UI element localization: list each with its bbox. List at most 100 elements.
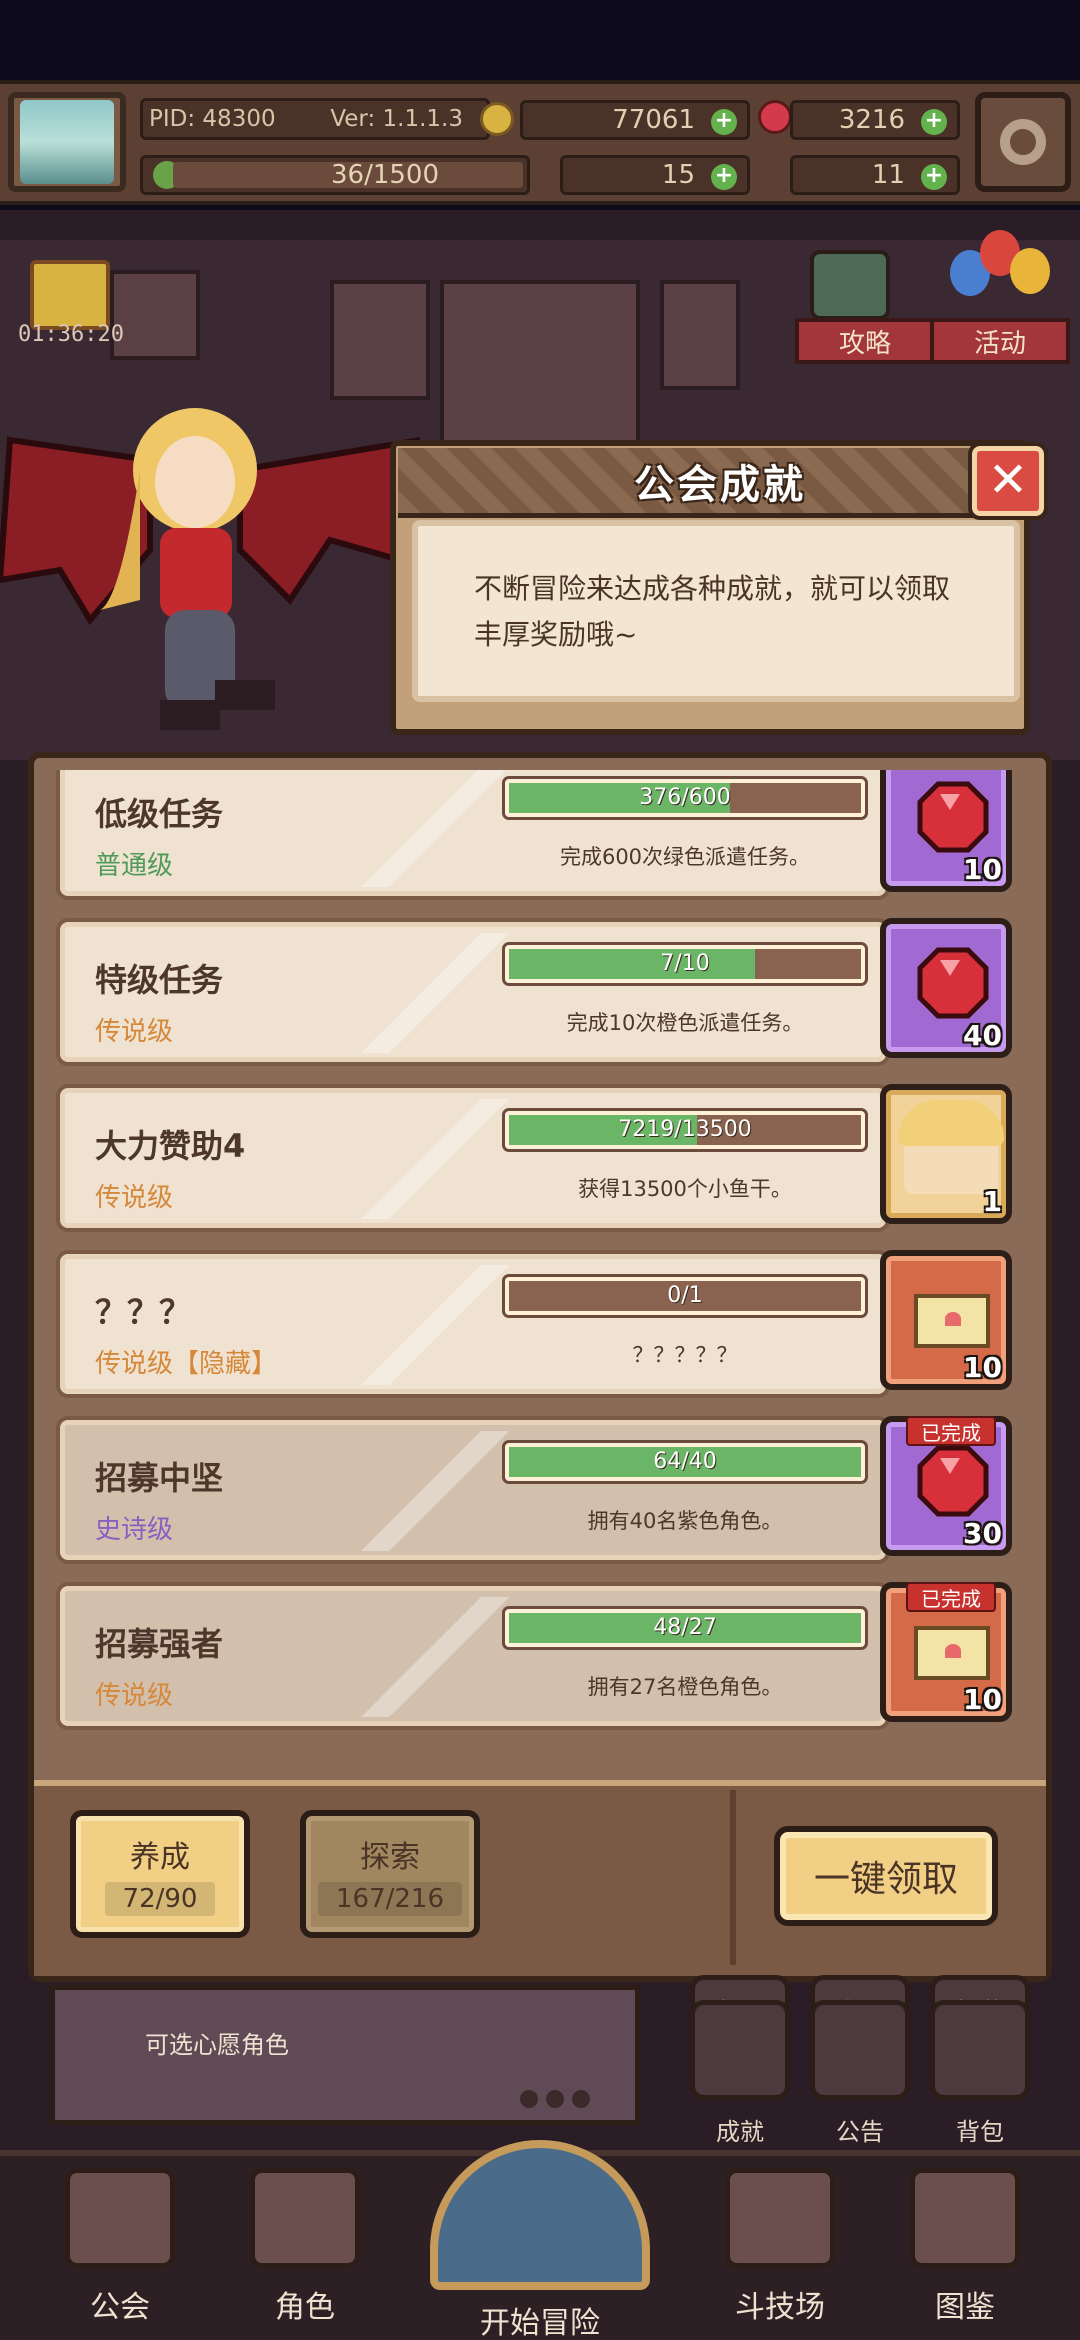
wall-door xyxy=(440,280,640,450)
achievement-tier: 史诗级 xyxy=(95,1515,174,1545)
completed-badge: 已完成 xyxy=(906,1582,996,1612)
progress-text: 376/600 xyxy=(639,785,731,810)
claim-all-button[interactable]: 一键领取 xyxy=(774,1826,998,1926)
reward-count: 40 xyxy=(963,1019,1002,1052)
ticket-counter[interactable]: 11 + xyxy=(790,155,960,195)
achievement-card: 低级任务 普通级 376/600 完成600次绿色派遣任务。 xyxy=(60,770,886,896)
reward-slot[interactable]: 已完成 30 xyxy=(880,1416,1012,1556)
gift-icon[interactable] xyxy=(30,260,110,330)
completed-badge: 已完成 xyxy=(906,1416,996,1446)
guide-icon[interactable] xyxy=(810,250,890,320)
reward-slot[interactable]: 已完成 10 xyxy=(880,1582,1012,1722)
ruby-icon xyxy=(916,780,990,854)
magnifier-icon xyxy=(430,2140,650,2290)
achievement-description: 获得13500个小鱼干。 xyxy=(578,1177,792,1201)
achievement-name: 大力赞助4 xyxy=(95,1127,246,1165)
achievement-button[interactable] xyxy=(690,2000,790,2100)
gold-value: 77061 xyxy=(612,105,695,135)
avatar[interactable] xyxy=(20,100,114,184)
reward-slot[interactable]: 1 xyxy=(880,1084,1012,1224)
reward-slot[interactable]: 10 xyxy=(880,1250,1012,1390)
add-clover-icon[interactable]: + xyxy=(711,164,737,190)
nav-codex-label: 图鉴 xyxy=(935,2290,995,2325)
book-icon xyxy=(910,2168,1020,2268)
version-text: Ver: 1.1.1.3 xyxy=(330,106,463,132)
reward-slot[interactable]: 10 xyxy=(880,770,1012,892)
chevron-decoration xyxy=(355,933,515,1053)
nav-start-adventure[interactable]: 开始冒险 xyxy=(420,2140,660,2340)
achievement-card: 招募中坚 史诗级 64/40 拥有40名紫色角色。 xyxy=(60,1420,886,1560)
progress-text: 7219/13500 xyxy=(618,1117,752,1142)
achievement-description: 拥有27名橙色角色。 xyxy=(587,1675,783,1699)
clover-counter[interactable]: 15 + xyxy=(560,155,750,195)
achievement-description: 完成10次橙色派遣任务。 xyxy=(566,1011,804,1035)
achievement-description: ？？？？？ xyxy=(632,1343,738,1367)
reward-count: 10 xyxy=(963,1683,1002,1716)
footer-divider xyxy=(730,1790,736,1965)
reward-slot[interactable]: 40 xyxy=(880,918,1012,1058)
tab-explore-count: 167/216 xyxy=(317,1882,462,1916)
achievement-row: 特级任务 传说级 7/10 完成10次橙色派遣任务。 40 xyxy=(56,916,1024,1064)
close-icon: ✕ xyxy=(987,452,1029,508)
banner-pagination xyxy=(520,2090,598,2112)
succubus-character xyxy=(0,400,424,750)
gold-coin-icon xyxy=(480,102,514,136)
stamina-bar: 36/1500 xyxy=(140,155,530,195)
achievement-row: ？？？ 传说级【隐藏】 0/1 ？？？？？ 10 xyxy=(56,1248,1024,1396)
add-ticket-icon[interactable]: + xyxy=(921,164,947,190)
ticket-value: 11 xyxy=(871,160,905,190)
gold-counter[interactable]: 77061 + xyxy=(520,100,750,140)
nav-codex[interactable]: 图鉴 xyxy=(875,2160,1055,2330)
achievement-name: 特级任务 xyxy=(95,961,224,999)
notice-button[interactable] xyxy=(810,2000,910,2100)
nav-arena[interactable]: 斗技场 xyxy=(690,2160,870,2330)
achievement-tier: 传说级【隐藏】 xyxy=(95,1349,278,1379)
character-icon xyxy=(250,2168,360,2268)
tab-training[interactable]: 养成 72/90 xyxy=(70,1810,250,1938)
character-sprite xyxy=(0,408,424,730)
nav-guild[interactable]: 公会 xyxy=(30,2160,210,2330)
tab-training-count: 72/90 xyxy=(104,1882,216,1916)
nav-arena-label: 斗技场 xyxy=(735,2290,825,2325)
chevron-decoration xyxy=(355,1597,515,1717)
chevron-decoration xyxy=(355,1431,515,1551)
settings-button[interactable] xyxy=(975,92,1071,192)
nav-character[interactable]: 角色 xyxy=(215,2160,395,2330)
achievement-list[interactable]: 低级任务 普通级 376/600 完成600次绿色派遣任务。 10 特级任务 传说级 7/10… xyxy=(56,770,1024,1765)
nav-character-label: 角色 xyxy=(275,2290,335,2325)
add-gem-icon[interactable]: + xyxy=(921,109,947,135)
dialog-title: 公会成就 xyxy=(634,462,806,508)
progress-text: 7/10 xyxy=(660,951,710,976)
clover-value: 15 xyxy=(661,160,695,190)
achievement-row: 低级任务 普通级 376/600 完成600次绿色派遣任务。 10 xyxy=(56,770,1024,898)
tab-training-label: 养成 xyxy=(130,1840,190,1875)
achievement-name: 低级任务 xyxy=(95,795,224,833)
achievement-progress-bar: 376/600 xyxy=(502,776,868,820)
achievement-card: ？？？ 传说级【隐藏】 0/1 ？？？？？ xyxy=(60,1254,886,1394)
guide-button[interactable]: 攻略 xyxy=(795,318,935,364)
portrait-icon xyxy=(898,1100,1004,1194)
achievement-label: 成就 xyxy=(716,2118,764,2146)
achievement-row: 招募中坚 史诗级 64/40 拥有40名紫色角色。 已完成 30 xyxy=(56,1414,1024,1562)
tab-explore[interactable]: 探索 167/216 xyxy=(300,1810,480,1938)
wall-picture xyxy=(330,280,430,400)
bag-button[interactable] xyxy=(930,2000,1030,2100)
balloon-icon[interactable] xyxy=(950,230,1050,320)
reward-count: 10 xyxy=(963,1351,1002,1384)
tab-explore-label: 探索 xyxy=(360,1840,420,1875)
event-button[interactable]: 活动 xyxy=(930,318,1070,364)
ruby-icon xyxy=(916,1444,990,1518)
achievement-card: 大力赞助4 传说级 7219/13500 获得13500个小鱼干。 xyxy=(60,1088,886,1228)
gem-icon xyxy=(758,100,792,134)
achievement-tier: 传说级 xyxy=(95,1681,174,1711)
reward-count: 30 xyxy=(963,1517,1002,1550)
gem-counter[interactable]: 3216 + xyxy=(790,100,960,140)
guild-icon xyxy=(65,2168,175,2268)
progress-text: 48/27 xyxy=(653,1615,717,1640)
achievement-name: 招募中坚 xyxy=(95,1459,224,1497)
close-button[interactable]: ✕ xyxy=(968,442,1048,520)
achievement-name: ？？？ xyxy=(95,1293,192,1331)
achievement-tier: 传说级 xyxy=(95,1183,174,1213)
add-gold-icon[interactable]: + xyxy=(711,109,737,135)
achievement-progress-bar: 7219/13500 xyxy=(502,1108,868,1152)
